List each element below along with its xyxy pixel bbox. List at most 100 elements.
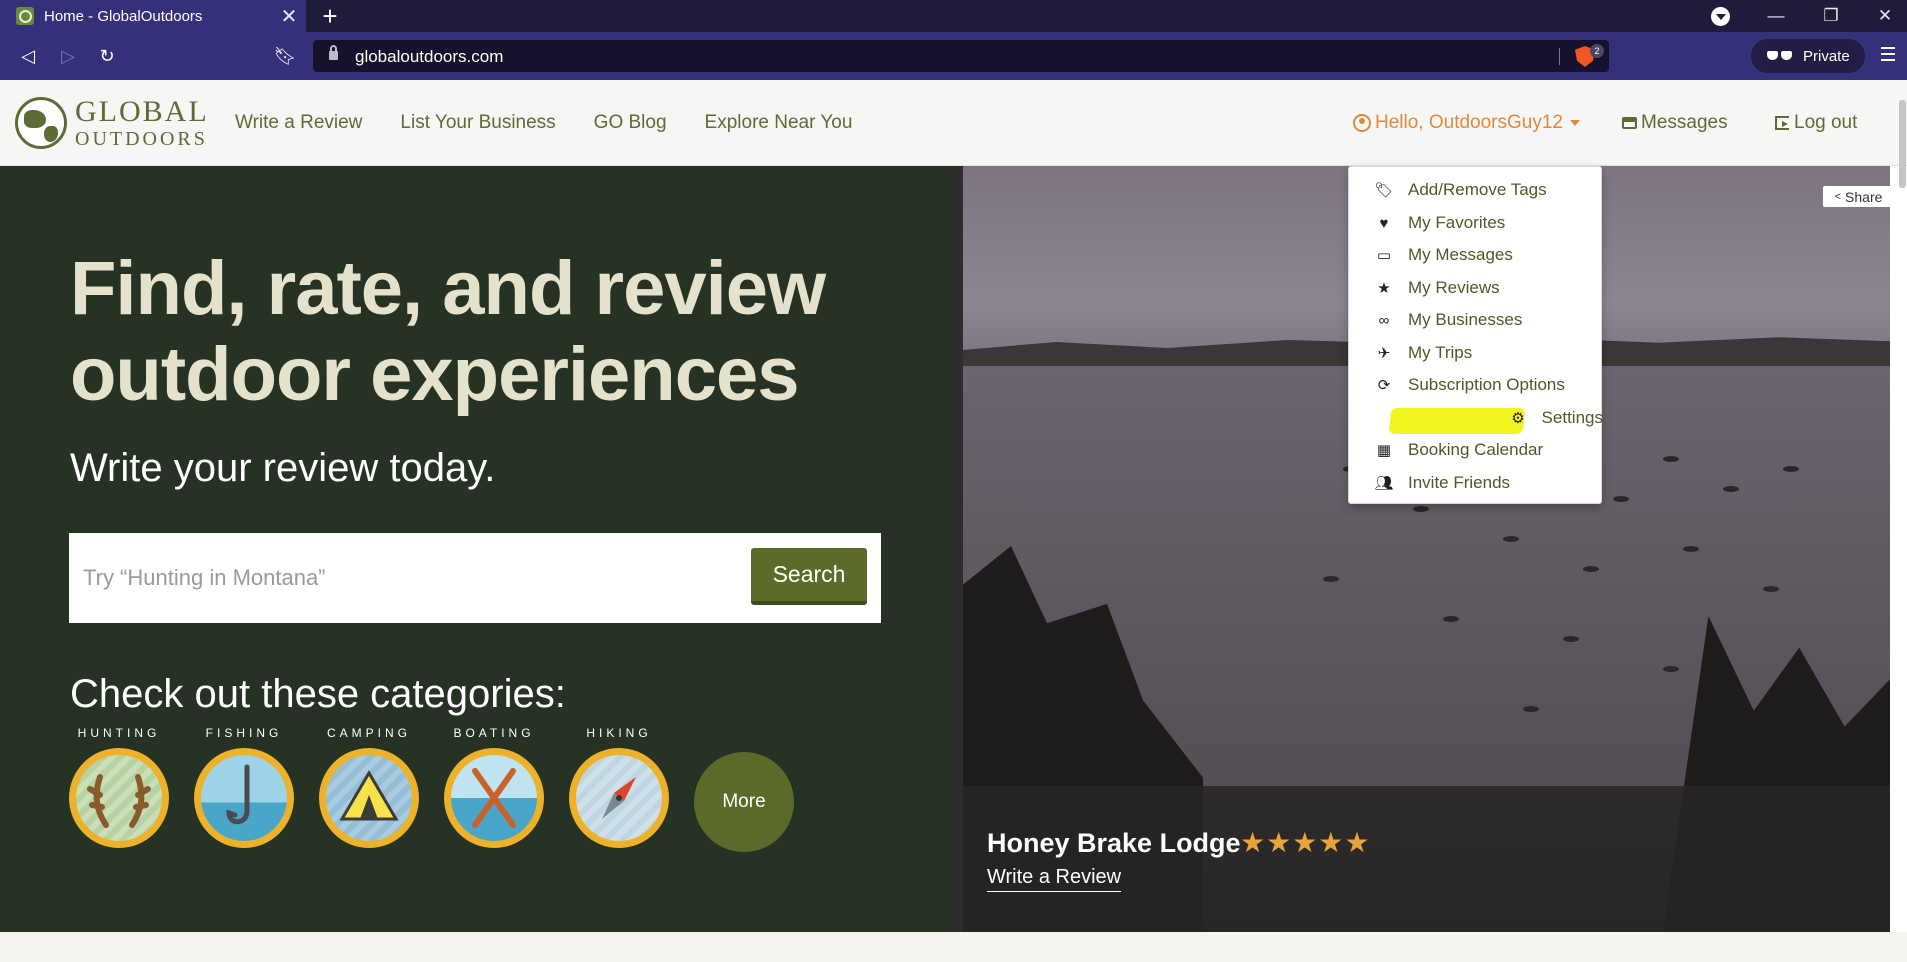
photo-decoy [1723, 486, 1739, 492]
photo-decoy [1783, 466, 1799, 472]
nav-go-blog[interactable]: GO Blog [594, 112, 667, 134]
menu-item-label: Settings [1541, 408, 1603, 427]
listing-caption: Honey Brake Lodge ★★★★★ Write a Review [963, 786, 1890, 932]
photo-decoy [1763, 586, 1779, 592]
antlers-icon [76, 755, 162, 841]
photo-decoy [1503, 536, 1519, 542]
share-label: Share [1845, 188, 1883, 205]
category-hunting[interactable]: HUNTING [69, 726, 169, 848]
urlbar-divider [1559, 48, 1560, 65]
photo-decoy [1613, 496, 1629, 502]
fish-hook-icon [201, 755, 287, 841]
nav-write-review[interactable]: Write a Review [235, 112, 362, 134]
private-window-indicator[interactable]: Private [1751, 39, 1865, 73]
category-hiking[interactable]: HIKING [569, 726, 669, 848]
oars-icon [451, 755, 537, 841]
site-header: GLOBAL OUTDOORS Write a Review List Your… [0, 80, 1907, 166]
menu-item-add-remove-tags[interactable]: 🏷︎ Add/Remove Tags [1349, 175, 1603, 205]
globe-logo-icon [15, 97, 67, 149]
forward-icon[interactable]: ▷ [52, 40, 84, 72]
category-label: CAMPING [326, 726, 411, 740]
logout-label: Log out [1794, 112, 1858, 133]
star-icon: ★ [1377, 280, 1391, 297]
search-input[interactable] [83, 547, 783, 609]
address-bar[interactable]: globaloutdoors.com 2 [313, 40, 1609, 72]
page-scrollbar[interactable] [1899, 100, 1906, 188]
tab-search-icon[interactable] [1711, 7, 1730, 26]
browser-toolbar: ◁ ▷ ↻ 🔖︎ globaloutdoors.com 2 Private [0, 32, 1907, 80]
minimize-icon[interactable]: — [1753, 0, 1799, 32]
menu-item-settings[interactable]: ⚙ Settings [1349, 403, 1603, 434]
menu-item-invite-friends[interactable]: 👥︎ Invite Friends [1349, 468, 1603, 498]
menu-item-label: My Reviews [1408, 278, 1500, 297]
category-fishing[interactable]: FISHING [194, 726, 294, 848]
category-boating[interactable]: BOATING [444, 726, 544, 848]
photo-decoy [1443, 616, 1459, 622]
url-text[interactable]: globaloutdoors.com [355, 47, 503, 67]
menu-item-label: Booking Calendar [1408, 440, 1544, 459]
listing-write-review-link[interactable]: Write a Review [987, 866, 1122, 892]
photo-decoy [1583, 566, 1599, 572]
search-button[interactable]: Search [751, 548, 867, 605]
plane-icon: ✈ [1377, 345, 1391, 362]
window-close-icon[interactable]: ✕ [1862, 0, 1907, 32]
calendar-icon: ▦ [1376, 442, 1392, 459]
more-categories-button[interactable]: More [694, 752, 794, 852]
photo-decoy [1663, 666, 1679, 672]
user-circle-icon [1353, 114, 1371, 132]
menu-item-label: Subscription Options [1408, 375, 1565, 394]
menu-item-my-trips[interactable]: ✈ My Trips [1349, 338, 1603, 368]
private-glasses-icon [1767, 51, 1793, 61]
new-tab-button[interactable]: + [316, 2, 344, 30]
user-dropdown-menu: 🏷︎ Add/Remove Tags ♥ My Favorites ▭ My Mess… [1348, 166, 1603, 504]
hero-subtitle: Write your review today. [70, 446, 496, 490]
photo-decoy [1663, 456, 1679, 462]
settings-highlight [1388, 408, 1526, 434]
back-icon[interactable]: ◁ [12, 40, 44, 72]
browser-tab[interactable]: Home - GlobalOutdoors ✕ [0, 0, 306, 32]
messages-link[interactable]: Messages [1622, 112, 1728, 134]
users-icon: 👥︎ [1374, 475, 1394, 492]
lock-icon [329, 45, 338, 60]
menu-item-label: Add/Remove Tags [1408, 180, 1547, 199]
listing-name[interactable]: Honey Brake Lodge [987, 828, 1241, 859]
nav-explore-near-you[interactable]: Explore Near You [705, 112, 853, 134]
menu-item-my-businesses[interactable]: ∞ My Businesses [1349, 305, 1603, 335]
logo-text-global: GLOBAL [75, 95, 209, 128]
private-label: Private [1803, 47, 1850, 65]
search-form: Search [69, 533, 881, 623]
user-greeting: Hello, OutdoorsGuy12 [1375, 112, 1563, 133]
reload-icon[interactable]: ↻ [91, 40, 123, 72]
refresh-icon: ⟳ [1377, 377, 1391, 394]
category-label: HIKING [586, 726, 652, 740]
compass-icon [576, 755, 662, 841]
caret-down-icon [1570, 120, 1580, 126]
menu-item-label: My Favorites [1408, 213, 1506, 232]
hero-section: Find, rate, and review outdoor experienc… [0, 166, 950, 932]
browser-tab-bar: Home - GlobalOutdoors ✕ + — ❐ ✕ [0, 0, 1907, 32]
close-tab-icon[interactable]: ✕ [276, 4, 302, 29]
user-menu-toggle[interactable]: Hello, OutdoorsGuy12 [1353, 112, 1580, 134]
sign-out-icon [1775, 116, 1789, 130]
menu-item-label: My Messages [1408, 245, 1513, 264]
category-camping[interactable]: CAMPING [319, 726, 419, 848]
menu-item-subscription-options[interactable]: ⟳ Subscription Options [1349, 370, 1603, 400]
menu-item-booking-calendar[interactable]: ▦ Booking Calendar [1349, 435, 1603, 465]
menu-item-my-reviews[interactable]: ★ My Reviews [1349, 273, 1603, 303]
photo-decoy [1683, 546, 1699, 552]
menu-item-my-messages[interactable]: ▭ My Messages [1349, 240, 1603, 270]
logout-link[interactable]: Log out [1775, 112, 1857, 134]
bookmark-icon[interactable]: 🔖︎ [269, 40, 301, 72]
site-logo[interactable]: GLOBAL OUTDOORS [15, 97, 209, 149]
share-icon: < [1834, 190, 1842, 203]
menu-item-my-favorites[interactable]: ♥ My Favorites [1349, 208, 1603, 238]
photo-decoy [1413, 506, 1429, 512]
menu-item-label: My Businesses [1408, 310, 1523, 329]
photo-decoy [1523, 706, 1539, 712]
share-button[interactable]: < Share [1823, 186, 1890, 207]
category-label: FISHING [205, 726, 283, 740]
maximize-icon[interactable]: ❐ [1808, 0, 1854, 32]
browser-menu-icon[interactable] [1881, 47, 1895, 61]
rating-stars-icon: ★★★★★ [1240, 827, 1371, 858]
nav-list-business[interactable]: List Your Business [400, 112, 555, 134]
